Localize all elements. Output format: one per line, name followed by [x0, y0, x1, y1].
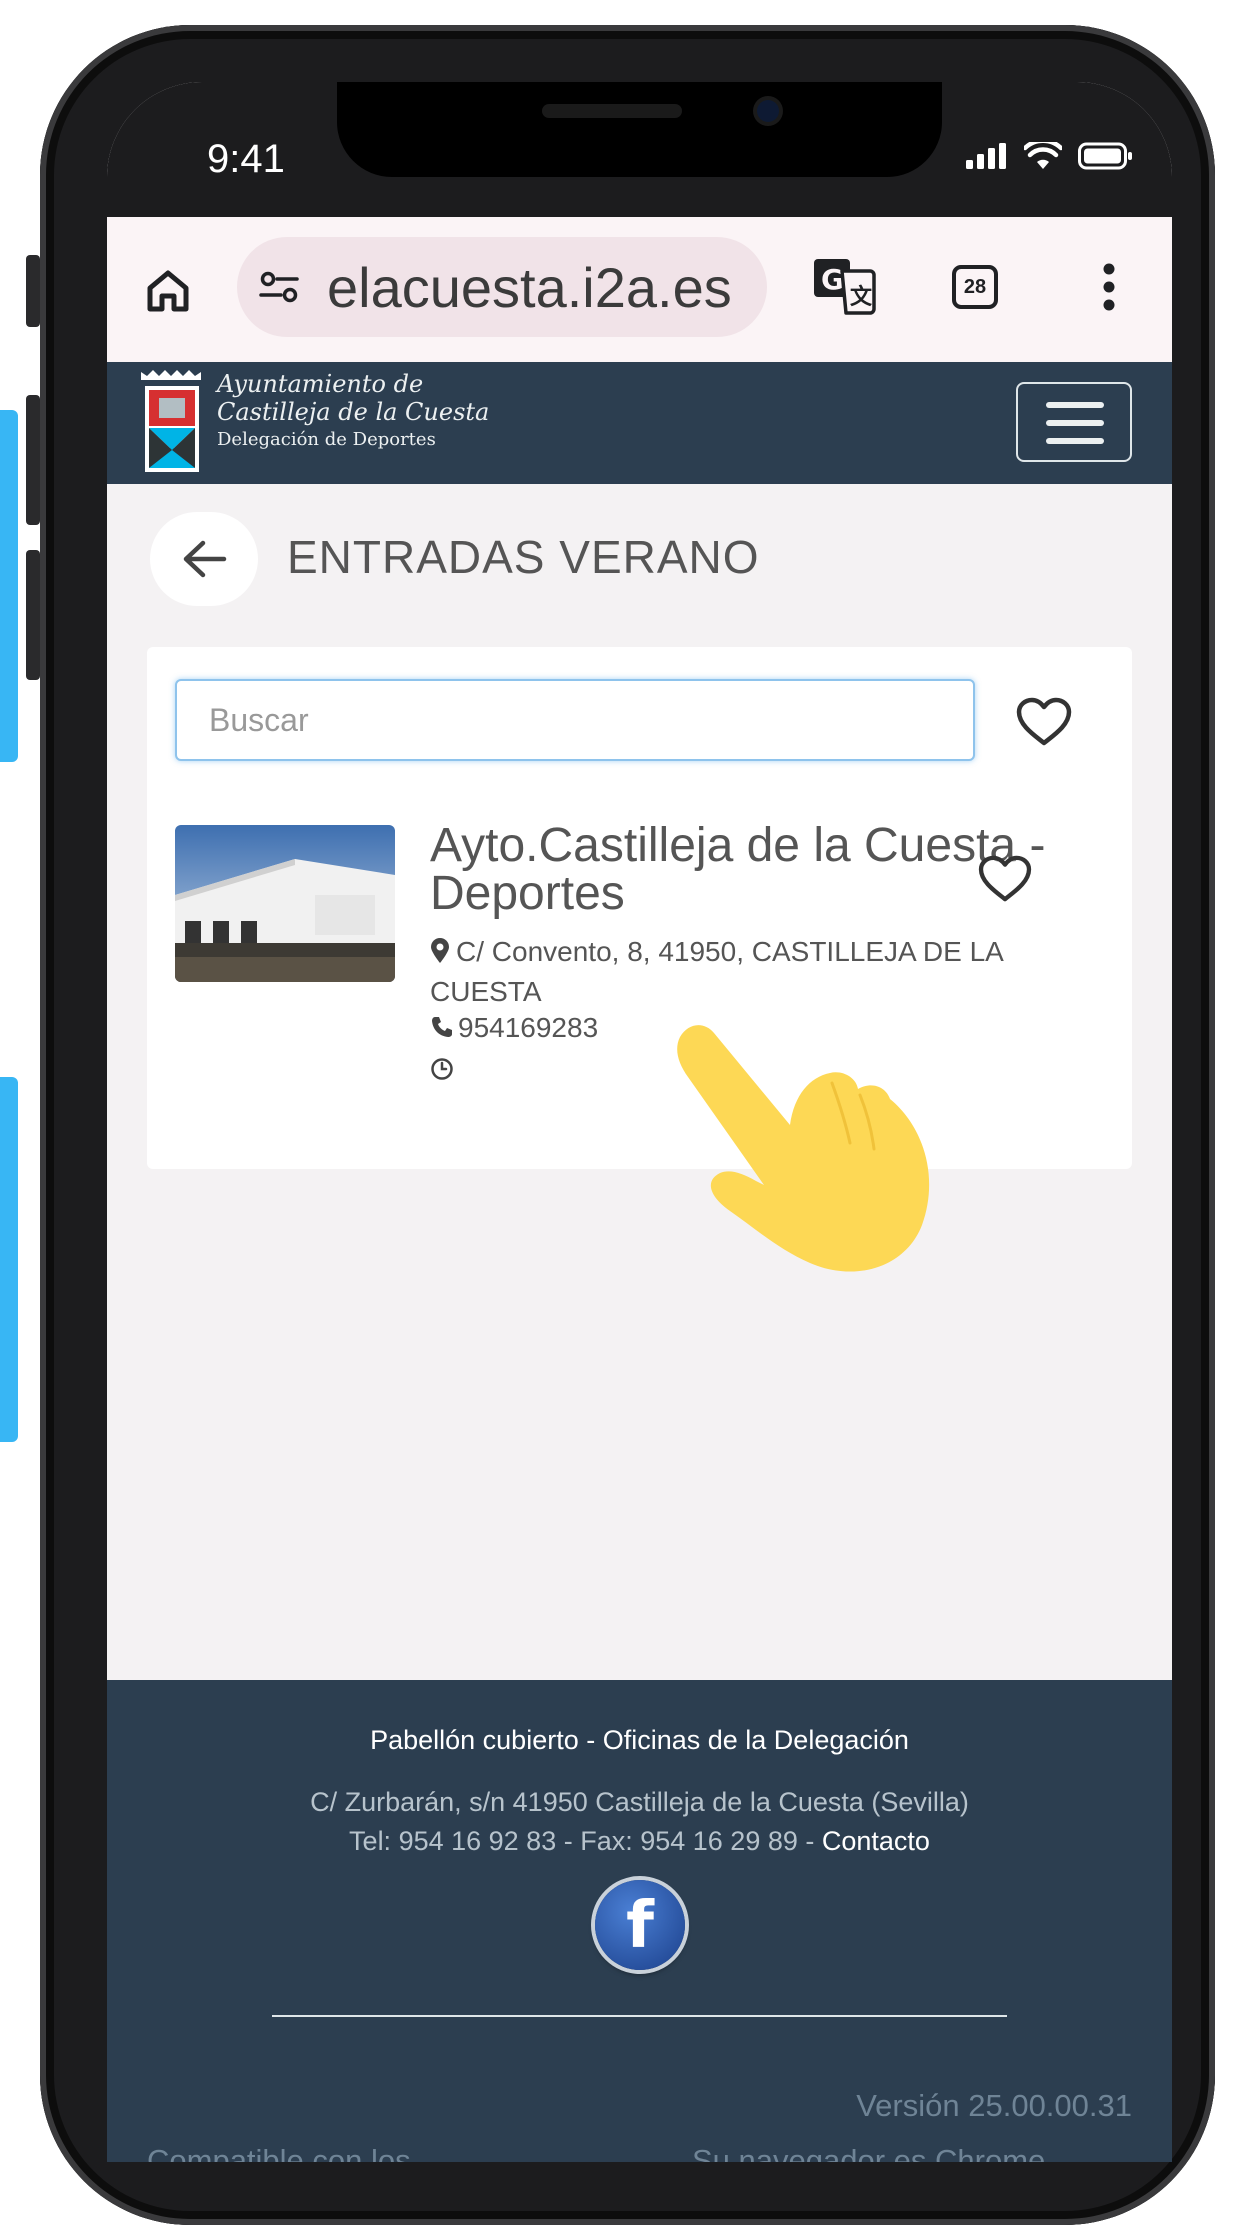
search-input[interactable] — [177, 681, 949, 759]
clock-icon — [431, 1058, 453, 1080]
site-footer: Pabellón cubierto - Oficinas de la Deleg… — [107, 1680, 1172, 2162]
signal-icon — [966, 143, 1006, 169]
more-vert-icon[interactable] — [1102, 263, 1116, 311]
menu-bar-3 — [1046, 438, 1104, 444]
footer-address: C/ Zurbarán, s/n 41950 Castilleja de la … — [310, 1787, 969, 1817]
side-accent-bar-top — [0, 410, 18, 762]
status-bar: 9:41 — [107, 82, 1172, 217]
heart-icon[interactable] — [977, 855, 1033, 903]
wifi-icon — [1024, 142, 1062, 169]
svg-text:G: G — [821, 263, 844, 296]
footer-title: Pabellón cubierto - Oficinas de la Deleg… — [370, 1725, 909, 1755]
contact-link[interactable]: Contacto — [822, 1826, 930, 1856]
speaker-grille — [542, 104, 682, 118]
footer-contact-line: Tel: 954 16 92 83 - Fax: 954 16 29 89 - … — [107, 1826, 1172, 1857]
menu-bar-2 — [1046, 420, 1104, 426]
front-camera — [757, 100, 779, 122]
logo-line-1: Ayuntamiento de — [217, 370, 424, 398]
sports-building-photo — [175, 825, 395, 982]
phone-text: 954169283 — [458, 1012, 599, 1043]
svg-text:文: 文 — [850, 284, 873, 310]
system-icons — [966, 142, 1134, 170]
entity-phone[interactable]: 954169283 — [430, 1012, 598, 1044]
pointing-hand-icon — [677, 1025, 930, 1272]
logo-line-3: Delegación de Deportes — [217, 429, 436, 450]
entity-hours — [430, 1057, 454, 1086]
search-field[interactable] — [175, 679, 975, 761]
address-text: C/ Convento, 8, 41950, CASTILLEJA DE LA … — [430, 936, 1003, 1007]
status-time: 9:41 — [207, 137, 285, 181]
entity-address: C/ Convento, 8, 41950, CASTILLEJA DE LA … — [430, 932, 1110, 1012]
home-icon[interactable] — [145, 269, 191, 313]
municipality-logo[interactable]: Ayuntamiento de Castilleja de la Cuesta … — [135, 370, 489, 476]
battery-icon — [1078, 142, 1132, 170]
logo-line-2: Castilleja de la Cuesta — [217, 398, 490, 426]
menu-bar-1 — [1046, 402, 1104, 408]
side-accent-bar-bottom — [0, 1077, 18, 1442]
site-settings-icon[interactable] — [259, 271, 299, 303]
location-icon — [431, 938, 449, 963]
tabs-icon[interactable]: 28 — [952, 265, 998, 309]
phone-icon — [432, 1017, 452, 1037]
notch — [337, 82, 942, 177]
site-header: Ayuntamiento de Castilleja de la Cuesta … — [107, 362, 1172, 484]
page-title: ENTRADAS VERANO — [287, 531, 760, 583]
phone-screen: 9:41 elacuesta.i2a.es G文 28 Ayuntamiento… — [107, 82, 1172, 2162]
facebook-icon[interactable]: f — [595, 1880, 685, 1970]
back-button[interactable] — [150, 512, 258, 606]
version-text: Versión 25.00.00.31 — [856, 2088, 1132, 2123]
browser-info-text: Su navegador es Chrome — [692, 2143, 1046, 2162]
volume-down-button — [26, 550, 40, 680]
entity-card: Ayto.Castilleja de la Cuesta - Deportes … — [147, 647, 1132, 1169]
volume-up-button — [26, 395, 40, 525]
entity-photo[interactable] — [175, 825, 395, 982]
coat-of-arms-icon — [141, 370, 201, 472]
logo-text: Ayuntamiento de Castilleja de la Cuesta … — [217, 370, 489, 476]
menu-icon[interactable] — [1016, 382, 1132, 462]
browser-toolbar: elacuesta.i2a.es G文 28 — [107, 217, 1172, 362]
mute-switch — [26, 255, 40, 327]
url-text: elacuesta.i2a.es — [327, 256, 732, 319]
tabs-count: 28 — [963, 275, 987, 298]
footer-phone-fax: Tel: 954 16 92 83 - Fax: 954 16 29 89 - — [349, 1826, 822, 1856]
back-arrow-icon — [183, 540, 227, 578]
translate-icon[interactable]: G文 — [812, 257, 876, 315]
url-bar[interactable]: elacuesta.i2a.es — [237, 237, 767, 337]
compatibility-text: Compatible con los — [147, 2143, 411, 2162]
footer-divider — [272, 2015, 1007, 2017]
heart-icon[interactable] — [1015, 697, 1073, 747]
